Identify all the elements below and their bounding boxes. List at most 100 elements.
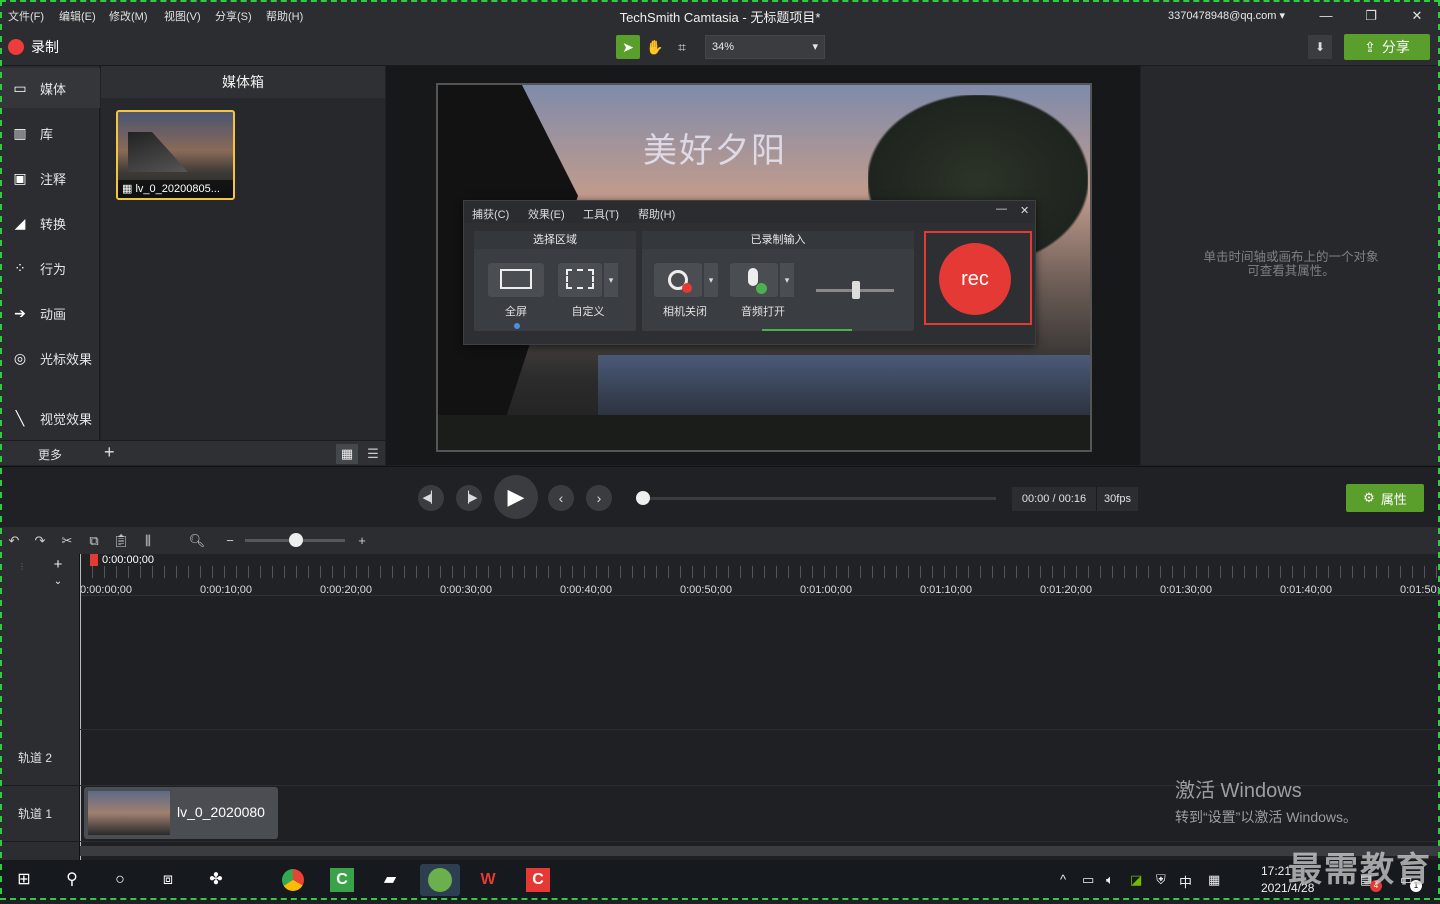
select-pointer-icon[interactable]: ➤ — [616, 35, 640, 59]
volume-icon[interactable]: 🔈︎ — [1106, 872, 1114, 888]
notes-app-icon[interactable]: ▰ — [374, 864, 406, 896]
rec-highlight-frame: rec — [924, 231, 1032, 325]
pan-hand-icon[interactable]: ✋ — [643, 35, 667, 59]
menu-share[interactable]: 分享(S) — [215, 8, 252, 24]
properties-button[interactable]: ⚙ 属性 — [1346, 484, 1424, 512]
account-menu[interactable]: 3370478948@qq.com ▾ — [1168, 9, 1285, 22]
menu-edit[interactable]: 编辑(E) — [59, 8, 96, 24]
sidebar-item-behaviors[interactable]: ⁘ 行为 — [0, 248, 100, 288]
preview-canvas[interactable]: 美好夕阳 捕获(C) 效果(E) 工具(T) 帮助(H) — ✕ 选择区域 全屏 — [436, 83, 1092, 452]
timeline-clip[interactable]: lv_0_2020080 — [84, 787, 278, 839]
sidebar-item-animations[interactable]: ➔ 动画 — [0, 293, 100, 333]
time-ruler[interactable]: 0:00:00;00 0:00:10;00 0:00:20;00 0:00:30… — [80, 554, 1440, 596]
sidebar-item-transitions[interactable]: ◢ 转换 — [0, 203, 100, 243]
playhead[interactable] — [90, 554, 98, 566]
search-icon[interactable]: ⚲ — [56, 864, 88, 896]
timeline-zoom-knob[interactable] — [289, 533, 303, 547]
security-shield-icon[interactable]: ⛨ — [1156, 872, 1166, 888]
chevron-down-icon[interactable]: ⌄ — [40, 576, 76, 594]
recorder-menu-help[interactable]: 帮助(H) — [638, 206, 675, 222]
zoom-search-icon[interactable]: 🔍︎ — [188, 532, 206, 550]
chevron-down-icon[interactable]: ▾ — [780, 263, 794, 297]
track-2-label[interactable]: 轨道 2 — [0, 730, 80, 786]
clock-time[interactable]: 17:21 — [1261, 864, 1291, 878]
recorder-close-button[interactable]: ✕ — [1020, 204, 1029, 217]
camera-toggle-button[interactable] — [654, 263, 702, 297]
custom-area-button[interactable] — [558, 263, 602, 297]
wps-office-icon[interactable]: W — [472, 864, 504, 896]
sidebar-item-visual-effects[interactable]: ╲ 视觉效果 — [0, 398, 100, 438]
zoom-in-icon[interactable]: + — [353, 532, 371, 550]
play-icon[interactable]: ▶ — [494, 475, 538, 519]
more-button[interactable]: 更多 — [38, 446, 62, 463]
sidebar-item-annotations[interactable]: ▣ 注释 — [0, 158, 100, 198]
recorder-menu-capture[interactable]: 捕获(C) — [472, 206, 509, 222]
volume-slider-knob[interactable] — [852, 281, 860, 299]
menu-modify[interactable]: 修改(M) — [109, 8, 148, 24]
playback-progress-knob[interactable] — [636, 491, 650, 505]
upload-icon: ⇪ — [1364, 38, 1376, 55]
greenball-app-icon[interactable] — [420, 864, 460, 896]
zoom-select[interactable]: 34% ▾ — [705, 35, 825, 59]
sidebar-item-library[interactable]: ▥ 库 — [0, 113, 100, 153]
media-thumbnail[interactable]: ▦ lv_0_20200805... — [116, 110, 235, 200]
chevron-down-icon[interactable]: ▾ — [704, 263, 718, 297]
microphone-icon — [748, 268, 758, 286]
minimize-button[interactable]: — — [1311, 6, 1341, 26]
start-recording-button[interactable]: rec — [939, 243, 1011, 315]
camtasia-green-icon[interactable]: C — [326, 864, 358, 896]
add-icon[interactable]: + — [104, 442, 115, 463]
chevron-down-icon[interactable]: ▾ — [604, 263, 618, 297]
paste-icon[interactable]: 📋︎ — [112, 532, 130, 550]
previous-icon[interactable]: ‹ — [548, 485, 574, 511]
close-button[interactable]: ✕ — [1402, 6, 1432, 26]
split-icon[interactable]: ⫼ — [139, 532, 157, 550]
keyboard-grid-icon[interactable]: ▦ — [1208, 872, 1220, 888]
crop-icon[interactable]: ⌗ — [670, 35, 694, 59]
camtasia-recorder-icon[interactable]: C — [522, 864, 554, 896]
copy-icon[interactable]: ⧉ — [85, 532, 103, 550]
list-view-icon[interactable]: ☰ — [362, 444, 384, 464]
fullscreen-button[interactable] — [488, 263, 544, 297]
sidebar-item-media[interactable]: ▭ 媒体 — [0, 68, 100, 108]
chevron-down-icon: ▾ — [1279, 10, 1286, 22]
clip-thumbnail — [88, 791, 170, 835]
audio-toggle-button[interactable] — [730, 263, 778, 297]
share-button[interactable]: ⇪ 分享 — [1344, 34, 1430, 60]
record-button[interactable]: 录制 — [8, 37, 59, 57]
chrome-icon[interactable] — [277, 864, 309, 896]
ime-indicator[interactable]: 中 — [1179, 872, 1192, 891]
recorder-minimize-button[interactable]: — — [996, 203, 1007, 215]
step-forward-icon[interactable]: ▕▶ — [456, 485, 482, 511]
next-icon[interactable]: › — [586, 485, 612, 511]
pinwheel-app-icon[interactable]: ✤ — [200, 864, 232, 896]
behavior-icon: ⁘ — [14, 259, 26, 276]
timeline-scrollbar[interactable] — [80, 846, 1440, 856]
cortana-icon[interactable]: ○ — [104, 864, 136, 896]
restore-button[interactable]: ❐ — [1356, 6, 1386, 26]
undo-icon[interactable]: ↶ — [5, 532, 23, 550]
windows-start-icon[interactable]: ⊞ — [8, 864, 40, 896]
cut-icon[interactable]: ✂ — [58, 532, 76, 550]
track-handle-icon[interactable]: ⋮ — [18, 562, 26, 590]
step-back-icon[interactable]: ◀▏ — [418, 485, 444, 511]
sidebar-item-cursor-effects[interactable]: ◎ 光标效果 — [0, 338, 100, 378]
task-view-icon[interactable]: ⧈ — [152, 864, 184, 896]
nvidia-icon[interactable]: ◪ — [1130, 872, 1142, 888]
cursor-effect-icon: ◎ — [13, 349, 27, 366]
track-1-label[interactable]: 轨道 1 — [0, 786, 80, 842]
redo-icon[interactable]: ↷ — [31, 532, 49, 550]
recorder-menu-effects[interactable]: 效果(E) — [528, 206, 565, 222]
menu-help[interactable]: 帮助(H) — [266, 8, 303, 24]
download-icon[interactable]: ⬇ — [1308, 35, 1332, 59]
menu-file[interactable]: 文件(F) — [8, 8, 44, 24]
recorder-menu-tools[interactable]: 工具(T) — [583, 206, 619, 222]
network-icon[interactable]: ▭ — [1082, 872, 1094, 888]
menu-view[interactable]: 视图(V) — [164, 8, 201, 24]
grid-view-icon[interactable]: ▦ — [336, 444, 358, 464]
add-track-icon[interactable]: + — [40, 556, 76, 574]
fps-display[interactable]: 30fps — [1096, 487, 1138, 511]
zoom-out-icon[interactable]: − — [221, 532, 239, 550]
tray-expand-icon[interactable]: ^ — [1060, 872, 1066, 887]
playback-progress-track[interactable] — [643, 497, 996, 500]
